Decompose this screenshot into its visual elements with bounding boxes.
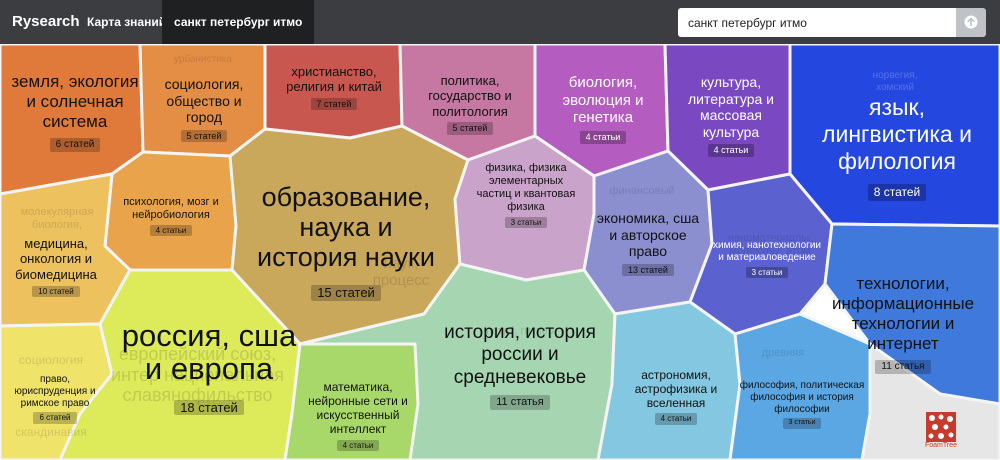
topic-title: химия, нанотехнологии и материаловедение — [713, 240, 821, 263]
topic-label-economics[interactable]: экономика, сша и авторское право 13 стат… — [596, 210, 700, 277]
topic-count: 6 статей — [33, 412, 77, 424]
topic-label-education[interactable]: образование, наука и история науки 15 ст… — [248, 182, 444, 303]
topic-count: 7 статей — [310, 97, 358, 111]
topic-title: социология, общество и город — [164, 76, 244, 126]
topic-count: 4 статьи — [336, 439, 380, 452]
top-navbar: Rysearch Карта знаний санкт петербург ит… — [0, 0, 1000, 44]
topic-count: 3 статьи — [782, 418, 822, 429]
topic-label-math[interactable]: математика, нейронные сети и искусственн… — [300, 380, 416, 452]
topic-label-astronomy[interactable]: астрономия, астрофизика и вселенная 4 ст… — [620, 368, 732, 425]
foamtree-logo-label: FoamTree — [924, 442, 958, 449]
topic-count: 3 статьи — [504, 216, 548, 229]
arrow-up-circle-icon — [964, 15, 978, 29]
topic-title: психология, мозг и нейробиология — [123, 196, 219, 221]
topic-count: 10 статей — [32, 285, 80, 298]
topic-label-language[interactable]: язык, лингвистика и филология 8 статей — [806, 94, 988, 203]
topic-label-christianity[interactable]: христианство, религия и китай 7 статей — [272, 64, 396, 111]
subtopic-sociology-small: социология — [18, 353, 84, 367]
topic-title: математика, нейронные сети и искусственн… — [308, 380, 408, 437]
subtopic-finance: финансовый — [609, 185, 675, 197]
topic-title: биология, эволюция и генетика — [562, 74, 644, 127]
topic-label-chemistry[interactable]: химия, нанотехнологии и материаловедение… — [712, 240, 822, 279]
topic-label-culture[interactable]: культура, литература и массовая культура… — [672, 74, 790, 157]
topic-count: 5 статей — [446, 121, 494, 135]
topic-title: право, юриспруденция и римское право — [14, 374, 96, 409]
topic-count: 18 статей — [174, 399, 244, 416]
topic-label-sociology[interactable]: социология, общество и город 5 статей — [148, 76, 260, 143]
topic-label-law[interactable]: право, юриспруденция и римское право 6 с… — [8, 374, 102, 424]
topic-count: 4 статьи — [579, 131, 627, 144]
topic-title: россия, сша и европа — [121, 318, 297, 386]
topic-title: политика, государство и политология — [428, 73, 512, 119]
topic-label-philosophy[interactable]: философия, политическая философия и исто… — [738, 380, 866, 429]
topic-title: экономика, сша и авторское право — [596, 210, 700, 260]
topic-label-psychology[interactable]: психология, мозг и нейробиология 4 стать… — [112, 196, 230, 237]
topic-title: физика, физика элементарных частиц и ква… — [476, 162, 576, 213]
topic-count: 6 статей — [49, 138, 101, 152]
topic-label-medicine[interactable]: медицина, онкология и биомедицина 10 ста… — [4, 236, 108, 298]
topic-count: 15 статей — [311, 284, 381, 302]
topic-label-physics[interactable]: физика, физика элементарных частиц и ква… — [474, 162, 578, 229]
topic-count: 5 статей — [180, 129, 228, 143]
topic-title: технологии, информационные технологии и … — [831, 274, 975, 354]
topic-count: 4 статьи — [654, 413, 698, 425]
topic-title: образование, наука и история науки — [257, 182, 435, 273]
topic-label-earth[interactable]: земля, экология и солнечная система 6 ст… — [10, 72, 140, 152]
topic-title: философия, политическая философия и исто… — [739, 380, 865, 415]
topic-count: 13 статей — [622, 263, 674, 277]
topic-title: медицина, онкология и биомедицина — [15, 236, 97, 282]
topic-count: 4 статьи — [149, 224, 193, 237]
topic-count: 8 статей — [867, 184, 927, 201]
tab-query[interactable]: санкт петербург итмо — [162, 0, 315, 44]
subtopic-norway: норвегия, хомский — [872, 70, 918, 93]
subtopic-ancient: древняя — [761, 347, 805, 359]
topic-label-history[interactable]: история, история россии и средневековье … — [430, 322, 610, 412]
foamtree-logo-icon[interactable] — [926, 412, 956, 442]
topic-title: астрономия, астрофизика и вселенная — [634, 368, 718, 411]
subtopic-scandinavia: скандинавия — [15, 425, 87, 439]
topic-title: христианство, религия и китай — [286, 64, 382, 95]
topic-title: земля, экология и солнечная система — [11, 72, 139, 132]
search-submit-button[interactable] — [956, 8, 986, 37]
topic-count: 11 статья — [875, 360, 931, 374]
search-input[interactable] — [678, 8, 956, 37]
brand-logo[interactable]: Rysearch — [12, 0, 80, 44]
subtopic-urbanism: урбанистика — [174, 54, 232, 65]
topic-count: 4 статьи — [707, 144, 755, 157]
topic-label-russia[interactable]: россия, сша и европа 18 статей — [120, 318, 298, 419]
topic-label-technology[interactable]: технологии, информационные технологии и … — [818, 274, 988, 374]
topic-count: 11 статья — [490, 395, 550, 411]
topic-title: язык, лингвистика и филология — [822, 94, 972, 175]
topic-title: история, история россии и средневековье — [444, 322, 596, 388]
topic-label-politics[interactable]: политика, государство и политология 5 ст… — [408, 73, 532, 135]
topic-title: культура, литература и массовая культура — [688, 74, 774, 140]
topic-count: 3 статьи — [745, 266, 789, 279]
subtopic-molecular: молекулярная биология, — [20, 206, 94, 231]
topic-label-biology[interactable]: биология, эволюция и генетика 4 статьи — [542, 74, 664, 145]
